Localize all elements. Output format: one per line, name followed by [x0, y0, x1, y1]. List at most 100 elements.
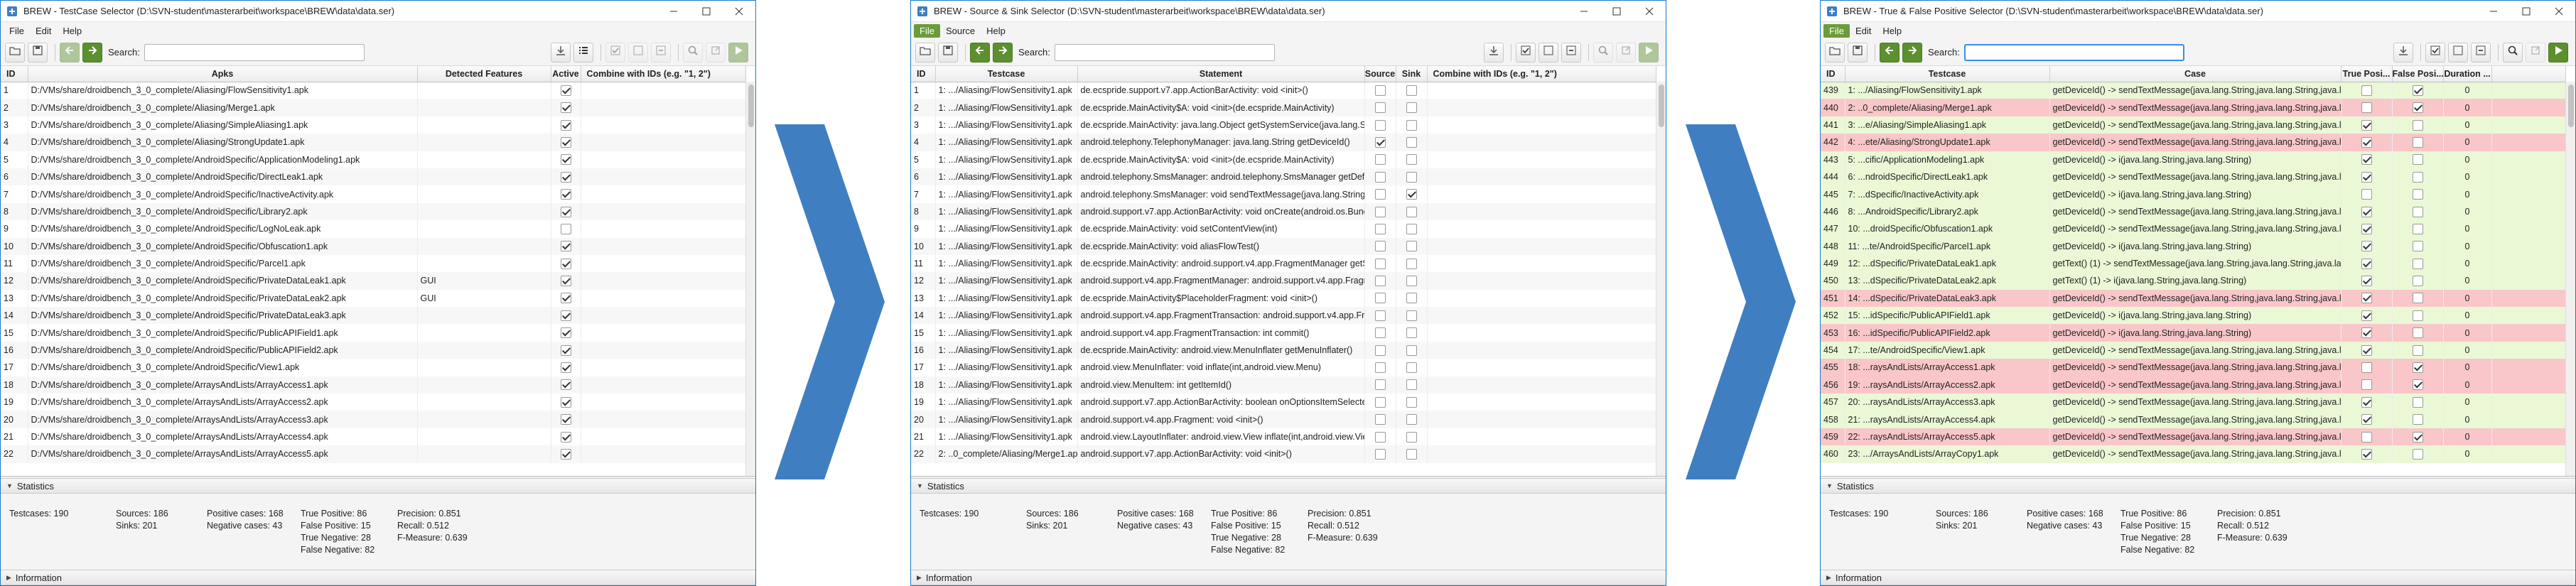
combine-ids-cell[interactable]	[1427, 324, 1656, 342]
table-row[interactable]: 456 19: ...raysAndLists/ArrayAccess2.apk g…	[1821, 376, 2566, 394]
combine-ids-cell[interactable]	[581, 168, 746, 186]
forward-button[interactable]	[1902, 42, 1922, 63]
search-input[interactable]	[1054, 43, 1275, 61]
source-checkbox[interactable]	[1374, 293, 1386, 304]
deselect-button[interactable]	[651, 42, 671, 63]
combine-ids-cell[interactable]	[1427, 82, 1656, 99]
select-none-button[interactable]	[1538, 42, 1558, 63]
table-row[interactable]: 20 1: .../Aliasing/FlowSensitivity1.apk an…	[911, 411, 1656, 428]
deselect-button[interactable]	[1561, 42, 1581, 63]
source-checkbox[interactable]	[1374, 276, 1386, 287]
true-positive-checkbox[interactable]	[2361, 119, 2372, 131]
column-header[interactable]: Apks	[28, 66, 418, 82]
deselect-button[interactable]	[2471, 42, 2491, 63]
table-row[interactable]: 5 1: .../Aliasing/FlowSensitivity1.apk de.…	[911, 151, 1656, 168]
true-positive-checkbox[interactable]	[2361, 327, 2372, 339]
combine-ids-cell[interactable]	[581, 376, 746, 394]
combine-ids-cell[interactable]	[581, 324, 746, 342]
sink-checkbox[interactable]	[1406, 154, 1417, 166]
active-checkbox[interactable]	[560, 102, 571, 114]
table-row[interactable]: 22 2: ..0_complete/Aliasing/Merge1.apk and…	[911, 445, 1656, 463]
false-positive-checkbox[interactable]	[2412, 154, 2423, 166]
active-checkbox[interactable]	[560, 310, 571, 321]
combine-ids-cell[interactable]	[1427, 134, 1656, 151]
forward-button[interactable]	[82, 42, 102, 63]
column-header[interactable]: ID	[1821, 66, 1845, 82]
table-row[interactable]: 451 14: ...dSpecific/PrivateDataLeak3.apk…	[1821, 289, 2566, 308]
false-positive-checkbox[interactable]	[2412, 136, 2423, 148]
column-header[interactable]: ID	[1, 66, 28, 82]
table-row[interactable]: 457 20: ...raysAndLists/ArrayAccess3.apk g…	[1821, 394, 2566, 411]
combine-ids-cell[interactable]	[1427, 359, 1656, 376]
active-checkbox[interactable]	[560, 206, 571, 217]
true-positive-checkbox[interactable]	[2361, 189, 2372, 200]
column-header[interactable]: Case	[2049, 66, 2341, 82]
true-positive-checkbox[interactable]	[2361, 241, 2372, 252]
source-checkbox[interactable]	[1374, 258, 1386, 269]
combine-ids-cell[interactable]	[1427, 185, 1656, 203]
save-button[interactable]	[938, 42, 958, 63]
source-checkbox[interactable]	[1374, 449, 1386, 460]
true-positive-checkbox[interactable]	[2361, 431, 2372, 443]
true-positive-checkbox[interactable]	[2361, 102, 2372, 114]
export-button[interactable]	[2526, 42, 2545, 63]
sink-checkbox[interactable]	[1406, 189, 1417, 200]
true-positive-checkbox[interactable]	[2361, 449, 2372, 460]
combine-ids-cell[interactable]	[1427, 202, 1656, 221]
active-checkbox[interactable]	[560, 414, 571, 425]
table-row[interactable]: 6 D:/VMs/share/droidbench_3_0_complete/An…	[1, 168, 746, 186]
select-all-button[interactable]	[1516, 42, 1536, 63]
active-checkbox[interactable]	[560, 189, 571, 200]
table-row[interactable]: 450 13: ...dSpecific/PrivateDataLeak2.apk…	[1821, 272, 2566, 290]
table-row[interactable]: 8 1: .../Aliasing/FlowSensitivity1.apk and…	[911, 202, 1656, 221]
source-checkbox[interactable]	[1374, 414, 1386, 425]
combine-ids-cell[interactable]	[581, 220, 746, 238]
select-none-button[interactable]	[2448, 42, 2468, 63]
column-header[interactable]: Duration ...	[2443, 66, 2492, 82]
true-positive-checkbox[interactable]	[2361, 206, 2372, 217]
combine-ids-cell[interactable]	[1427, 116, 1656, 134]
combine-ids-cell[interactable]	[581, 428, 746, 446]
combine-ids-cell[interactable]	[581, 202, 746, 221]
combine-ids-cell[interactable]	[1427, 220, 1656, 238]
true-positive-checkbox[interactable]	[2361, 344, 2372, 356]
sink-checkbox[interactable]	[1406, 171, 1417, 183]
sink-checkbox[interactable]	[1406, 396, 1417, 408]
active-checkbox[interactable]	[560, 449, 571, 460]
statistics-section-header[interactable]: ▼ Statistics	[1821, 478, 2575, 494]
export-button[interactable]	[706, 42, 726, 63]
information-section-header[interactable]: ▶ Information	[1821, 570, 2575, 585]
true-positive-checkbox[interactable]	[2361, 85, 2372, 97]
source-checkbox[interactable]	[1374, 310, 1386, 321]
sink-checkbox[interactable]	[1406, 327, 1417, 339]
menu-help[interactable]: Help	[57, 24, 87, 38]
true-positive-checkbox[interactable]	[2361, 396, 2372, 408]
sink-checkbox[interactable]	[1406, 379, 1417, 391]
combine-ids-cell[interactable]	[581, 394, 746, 411]
true-positive-checkbox[interactable]	[2361, 362, 2372, 374]
source-checkbox[interactable]	[1374, 223, 1386, 234]
combine-ids-cell[interactable]	[1427, 237, 1656, 255]
combine-ids-cell[interactable]	[1427, 99, 1656, 116]
table-row[interactable]: 19 D:/VMs/share/droidbench_3_0_complete/A…	[1, 394, 746, 411]
source-checkbox[interactable]	[1374, 396, 1386, 408]
search-input[interactable]	[1963, 43, 2184, 61]
true-positive-checkbox[interactable]	[2361, 310, 2372, 321]
forward-button[interactable]	[993, 42, 1013, 63]
table-row[interactable]: 12 1: .../Aliasing/FlowSensitivity1.apk an…	[911, 272, 1656, 290]
table-row[interactable]: 442 4: ...ete/Aliasing/StrongUpdate1.apk g…	[1821, 134, 2566, 151]
table-row[interactable]: 443 5: ...cific/ApplicationModeling1.apk g…	[1821, 151, 2566, 168]
active-checkbox[interactable]	[560, 379, 571, 391]
false-positive-checkbox[interactable]	[2412, 396, 2423, 408]
menu-edit[interactable]: Edit	[1850, 24, 1877, 38]
column-header[interactable]: Sink	[1396, 66, 1428, 82]
combine-ids-cell[interactable]	[1427, 411, 1656, 428]
active-checkbox[interactable]	[560, 258, 571, 269]
false-positive-checkbox[interactable]	[2412, 171, 2423, 183]
menu-source[interactable]: Source	[940, 24, 981, 38]
combine-ids-cell[interactable]	[581, 289, 746, 308]
information-section-header[interactable]: ▶ Information	[1, 570, 755, 585]
table-row[interactable]: 453 16: ...idSpecific/PublicAPIField2.apk…	[1821, 324, 2566, 342]
combine-ids-cell[interactable]	[581, 151, 746, 168]
combine-ids-cell[interactable]	[1427, 394, 1656, 411]
